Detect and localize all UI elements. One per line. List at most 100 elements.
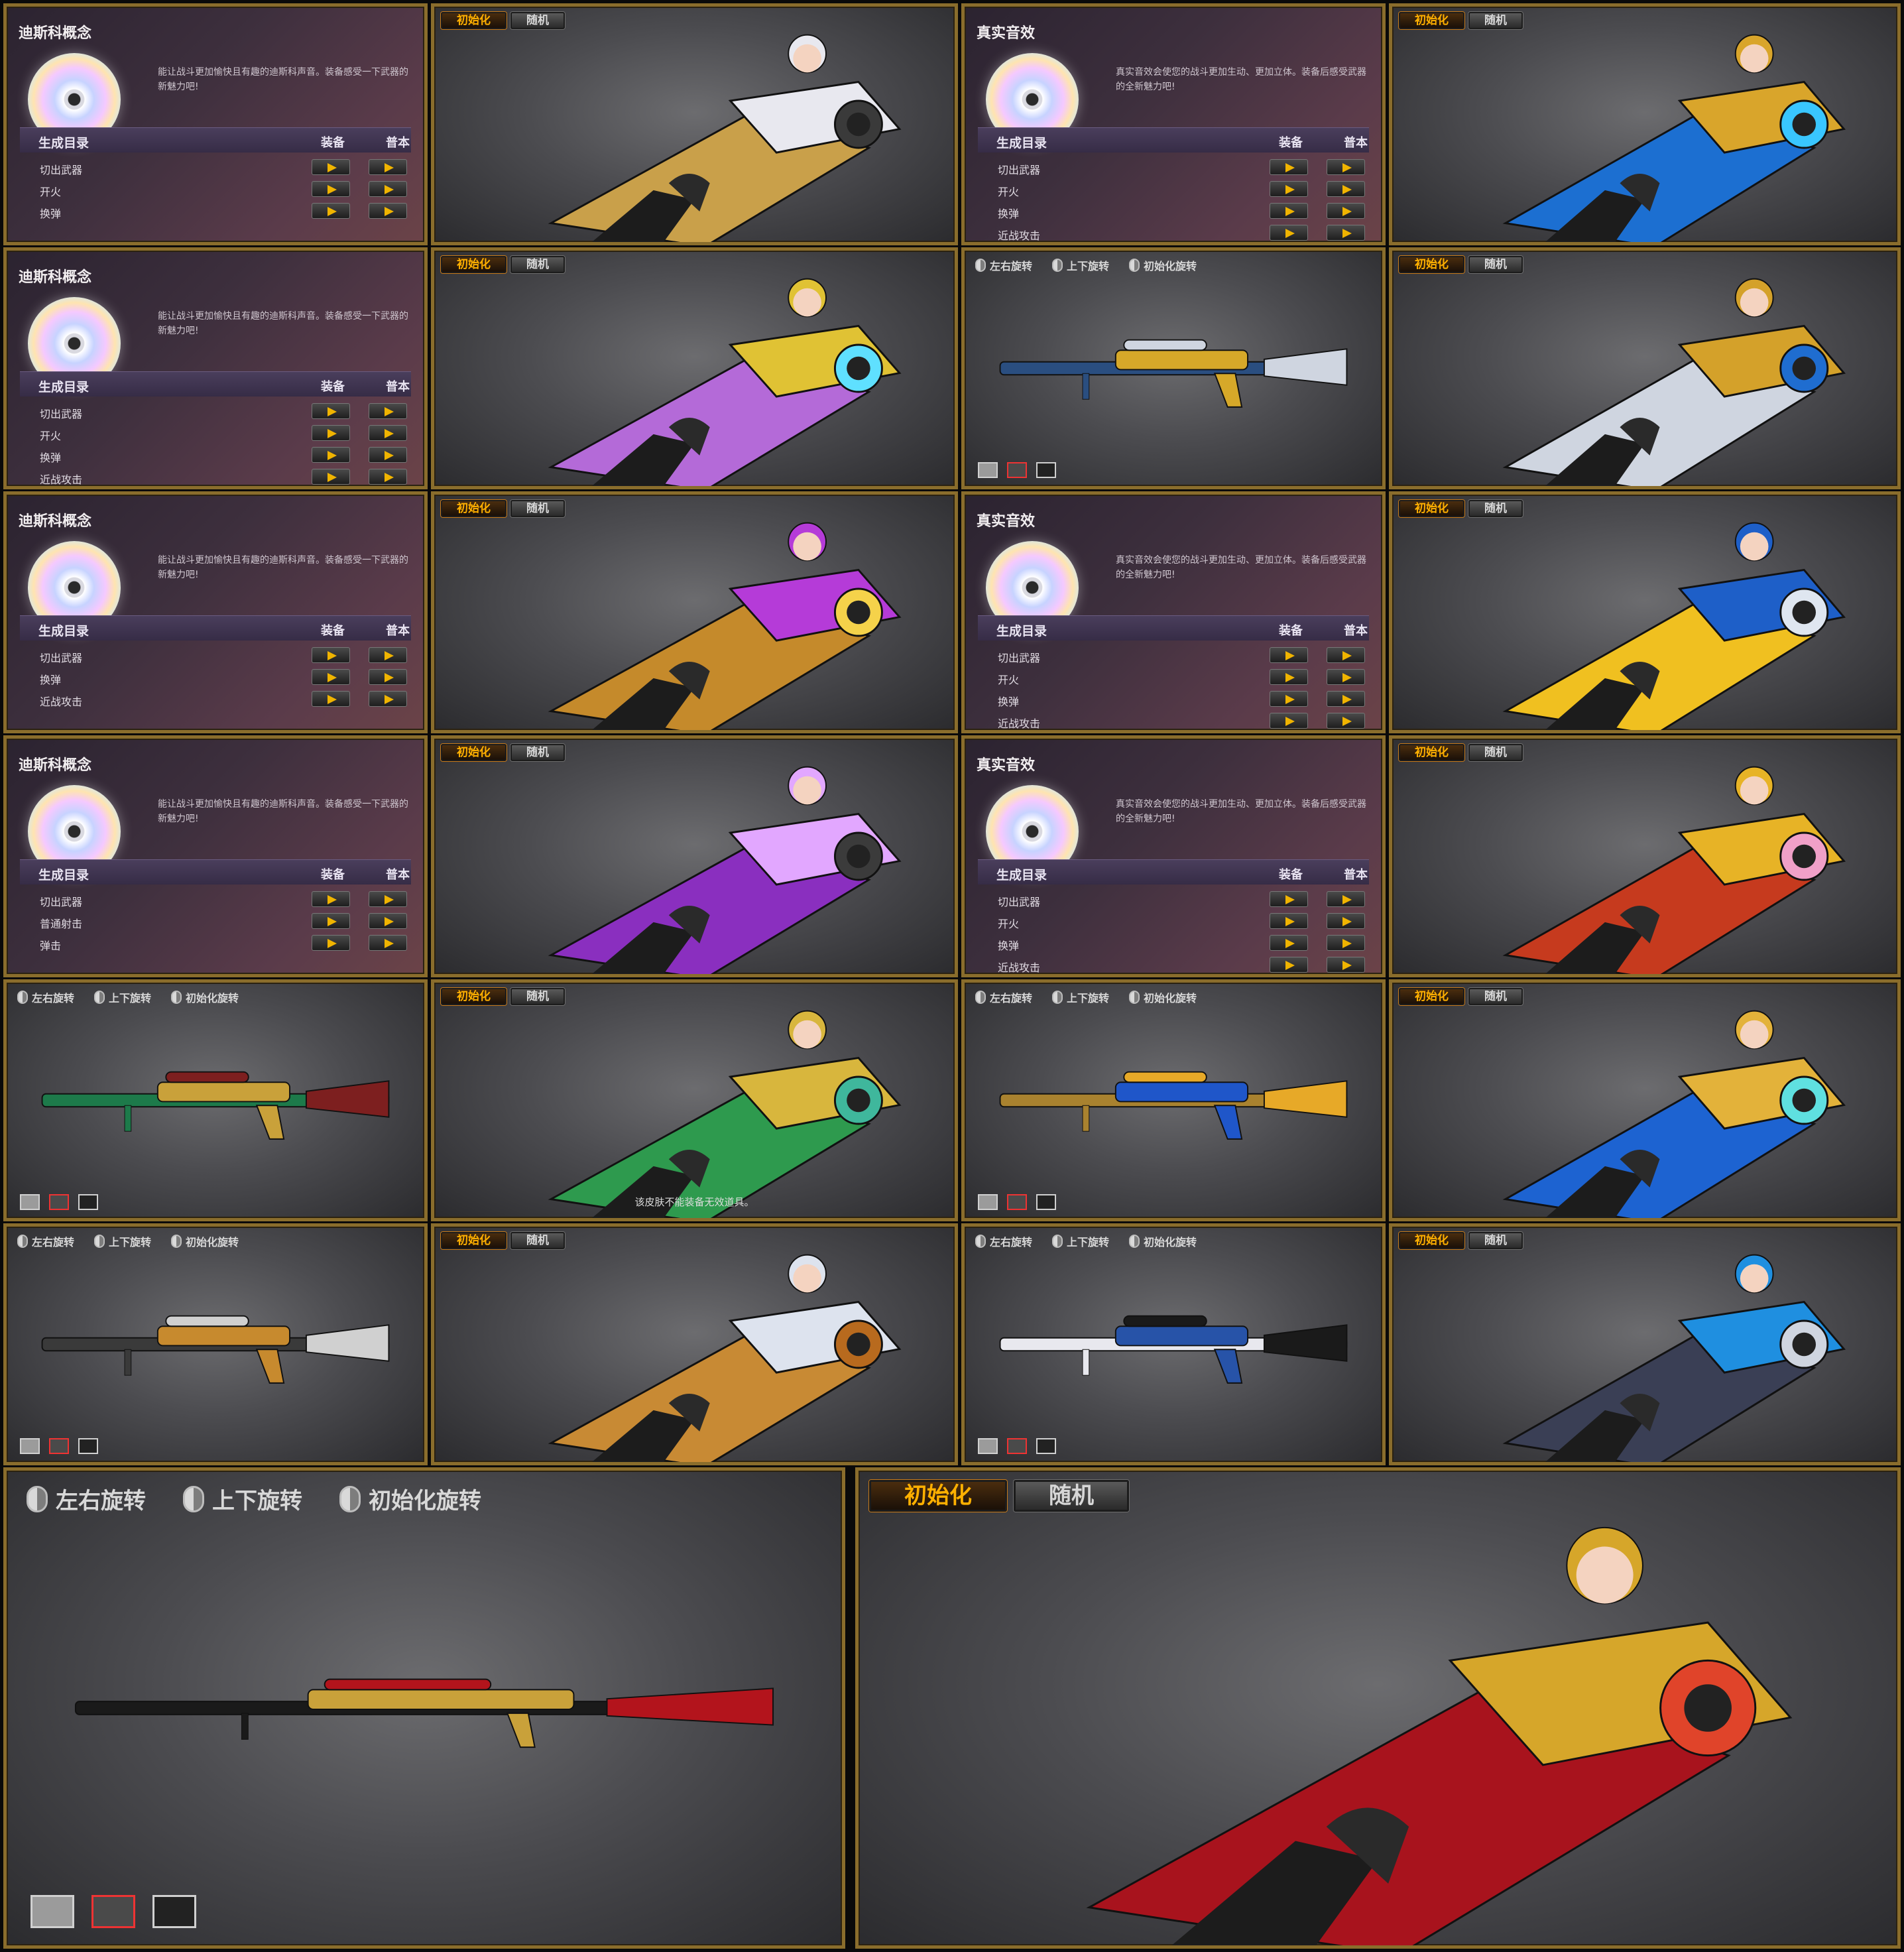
play-icon[interactable] [312,469,350,485]
random-button[interactable]: 随机 [510,12,565,29]
random-button[interactable]: 随机 [1468,12,1523,29]
play-icon[interactable] [312,203,350,219]
reset-rotation-button[interactable]: 初始化旋转 [171,1233,239,1249]
reset-button[interactable]: 初始化 [1399,12,1464,29]
play-icon[interactable] [369,935,407,951]
play-icon[interactable] [1327,957,1365,973]
random-button[interactable]: 随机 [510,1232,565,1249]
play-icon[interactable] [1327,225,1365,241]
play-icon[interactable] [369,425,407,441]
reset-button[interactable]: 初始化 [1399,500,1464,517]
play-icon[interactable] [312,447,350,463]
swatch-dark[interactable] [1036,462,1056,478]
random-button[interactable]: 随机 [510,988,565,1005]
swatch-gray-selected[interactable] [1007,1438,1027,1454]
play-icon[interactable] [312,935,350,951]
swatch-dark[interactable] [78,1194,98,1210]
play-icon[interactable] [1270,181,1308,197]
swatch-dark[interactable] [78,1438,98,1454]
reset-button[interactable]: 初始化 [1399,1232,1464,1249]
play-icon[interactable] [1270,159,1308,175]
rotate-up-down-button[interactable]: 上下旋转 [1052,989,1109,1005]
rotate-up-down-button[interactable]: 上下旋转 [94,1233,151,1249]
random-button[interactable]: 随机 [510,744,565,761]
rotate-up-down-button[interactable]: 上下旋转 [1052,1233,1109,1249]
swatch-light[interactable] [978,1194,998,1210]
play-icon[interactable] [369,469,407,485]
swatch-dark[interactable] [152,1895,196,1928]
random-button[interactable]: 随机 [1468,256,1523,273]
reset-rotation-button[interactable]: 初始化旋转 [339,1483,481,1515]
swatch-dark[interactable] [1036,1438,1056,1454]
play-icon[interactable] [369,891,407,907]
play-icon[interactable] [1327,669,1365,685]
play-icon[interactable] [1270,913,1308,929]
swatch-light[interactable] [20,1438,40,1454]
play-icon[interactable] [312,691,350,707]
play-icon[interactable] [1270,691,1308,707]
swatch-gray-selected[interactable] [49,1194,69,1210]
swatch-gray-selected[interactable] [1007,462,1027,478]
rotate-left-right-button[interactable]: 左右旋转 [975,1233,1032,1249]
play-icon[interactable] [1327,891,1365,907]
reset-button[interactable]: 初始化 [1399,744,1464,761]
play-icon[interactable] [1270,225,1308,241]
random-button[interactable]: 随机 [1468,1232,1523,1249]
reset-button[interactable]: 初始化 [441,988,506,1005]
reset-button[interactable]: 初始化 [869,1480,1007,1512]
reset-rotation-button[interactable]: 初始化旋转 [171,989,239,1005]
reset-rotation-button[interactable]: 初始化旋转 [1129,257,1197,273]
play-icon[interactable] [369,159,407,175]
play-icon[interactable] [369,447,407,463]
play-icon[interactable] [312,891,350,907]
play-icon[interactable] [312,669,350,685]
random-button[interactable]: 随机 [510,256,565,273]
play-icon[interactable] [312,913,350,929]
play-icon[interactable] [1327,159,1365,175]
play-icon[interactable] [1270,713,1308,729]
play-icon[interactable] [312,403,350,419]
play-icon[interactable] [1327,935,1365,951]
play-icon[interactable] [369,203,407,219]
random-button[interactable]: 随机 [1468,500,1523,517]
reset-button[interactable]: 初始化 [441,744,506,761]
rotate-up-down-button[interactable]: 上下旋转 [1052,257,1109,273]
play-icon[interactable] [312,181,350,197]
swatch-gray-selected[interactable] [91,1895,135,1928]
reset-rotation-button[interactable]: 初始化旋转 [1129,1233,1197,1249]
swatch-gray-selected[interactable] [49,1438,69,1454]
play-icon[interactable] [1270,669,1308,685]
play-icon[interactable] [1327,181,1365,197]
rotate-up-down-button[interactable]: 上下旋转 [183,1483,302,1515]
rotate-left-right-button[interactable]: 左右旋转 [975,257,1032,273]
swatch-light[interactable] [30,1895,74,1928]
reset-rotation-button[interactable]: 初始化旋转 [1129,989,1197,1005]
reset-button[interactable]: 初始化 [1399,256,1464,273]
play-icon[interactable] [312,425,350,441]
play-icon[interactable] [312,159,350,175]
play-icon[interactable] [1270,891,1308,907]
play-icon[interactable] [1270,203,1308,219]
play-icon[interactable] [1270,647,1308,663]
reset-button[interactable]: 初始化 [441,12,506,29]
reset-button[interactable]: 初始化 [441,256,506,273]
rotate-left-right-button[interactable]: 左右旋转 [27,1483,146,1515]
play-icon[interactable] [369,669,407,685]
swatch-light[interactable] [20,1194,40,1210]
play-icon[interactable] [1327,647,1365,663]
random-button[interactable]: 随机 [510,500,565,517]
play-icon[interactable] [1327,691,1365,707]
play-icon[interactable] [1270,935,1308,951]
play-icon[interactable] [1327,203,1365,219]
play-icon[interactable] [1327,713,1365,729]
swatch-light[interactable] [978,1438,998,1454]
play-icon[interactable] [369,403,407,419]
reset-button[interactable]: 初始化 [441,500,506,517]
play-icon[interactable] [1327,913,1365,929]
reset-button[interactable]: 初始化 [1399,988,1464,1005]
rotate-left-right-button[interactable]: 左右旋转 [17,989,74,1005]
play-icon[interactable] [369,647,407,663]
random-button[interactable]: 随机 [1468,988,1523,1005]
play-icon[interactable] [1270,957,1308,973]
swatch-gray-selected[interactable] [1007,1194,1027,1210]
